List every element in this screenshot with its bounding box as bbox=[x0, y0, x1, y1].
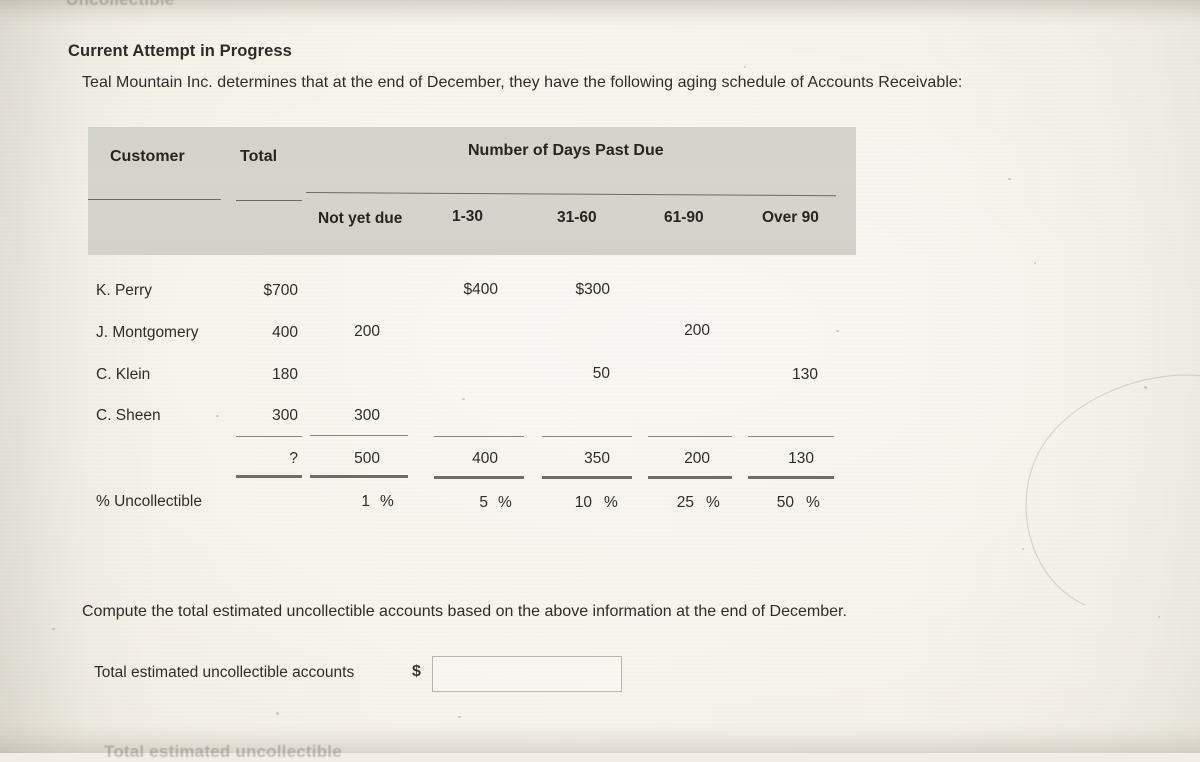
total-double-rule-total bbox=[236, 475, 302, 478]
column-header-days-past-due: Number of Days Past Due bbox=[468, 142, 664, 159]
pct-sign-over-90: % bbox=[806, 494, 820, 511]
total-double-rule-61-90 bbox=[648, 476, 732, 479]
subtotal-rule-1-30 bbox=[434, 436, 524, 437]
totals-cell-1-30: 400 bbox=[472, 450, 498, 467]
question-intro-text: Teal Mountain Inc. determines that at th… bbox=[82, 74, 963, 91]
totals-cell-not-yet-due: 500 bbox=[354, 450, 380, 467]
subtotal-rule-61-90 bbox=[648, 436, 732, 437]
pct-sign-31-60: % bbox=[604, 494, 618, 511]
totals-cell-61-90: 200 bbox=[684, 450, 710, 467]
subheader-over-90: Over 90 bbox=[762, 209, 819, 226]
subtotal-rule-over-90 bbox=[748, 436, 834, 437]
table-cell-total: 300 bbox=[272, 407, 298, 424]
totals-cell-31-60: 350 bbox=[584, 450, 610, 467]
attempt-status-heading: Current Attempt in Progress bbox=[68, 42, 292, 60]
table-row-customer: K. Perry bbox=[96, 282, 152, 299]
subheader-61-90: 61-90 bbox=[664, 209, 704, 226]
table-row-customer: C. Klein bbox=[96, 366, 151, 383]
total-double-rule-1-30 bbox=[434, 476, 524, 479]
table-cell-61-90: 200 bbox=[684, 322, 710, 339]
subtotal-rule-total bbox=[236, 436, 302, 437]
total-double-rule-over-90 bbox=[748, 476, 834, 479]
table-row-customer: J. Montgomery bbox=[96, 324, 199, 341]
total-double-rule-not-yet-due bbox=[310, 475, 408, 478]
table-cell-not-yet-due: 200 bbox=[354, 323, 380, 340]
pct-value-31-60: 10 bbox=[574, 494, 592, 511]
table-cell-total: $700 bbox=[263, 282, 298, 299]
table-cell-1-30: $400 bbox=[463, 281, 498, 298]
table-cell-31-60: $300 bbox=[575, 281, 610, 298]
table-cell-not-yet-due: 300 bbox=[354, 407, 380, 424]
table-cell-31-60: 50 bbox=[592, 365, 610, 382]
total-double-rule-31-60 bbox=[542, 476, 632, 479]
pct-sign-not-yet-due: % bbox=[380, 493, 394, 510]
compute-instruction-text: Compute the total estimated uncollectibl… bbox=[82, 603, 847, 620]
pct-uncollectible-label: % Uncollectible bbox=[96, 493, 202, 510]
pct-value-1-30: 5 bbox=[479, 494, 488, 511]
pct-sign-61-90: % bbox=[706, 494, 720, 511]
table-cell-over-90: 130 bbox=[792, 366, 818, 383]
total-estimated-uncollectible-input[interactable] bbox=[432, 656, 622, 692]
totals-cell-over-90: 130 bbox=[788, 450, 814, 467]
answer-field-label: Total estimated uncollectible accounts bbox=[94, 664, 355, 681]
header-rule-customer bbox=[88, 199, 221, 200]
table-cell-total: 180 bbox=[272, 366, 298, 383]
pct-sign-1-30: % bbox=[498, 494, 512, 511]
question-content: Current Attempt in Progress Teal Mountai… bbox=[0, 0, 1200, 753]
column-header-customer: Customer bbox=[110, 148, 185, 165]
table-cell-total: 400 bbox=[272, 324, 298, 341]
subheader-31-60: 31-60 bbox=[557, 209, 597, 226]
subheader-not-yet-due: Not yet due bbox=[318, 210, 403, 227]
subtotal-rule-31-60 bbox=[542, 436, 632, 437]
totals-cell-total: ? bbox=[289, 450, 298, 467]
header-rule-total bbox=[236, 200, 302, 201]
column-header-total: Total bbox=[240, 148, 278, 165]
subheader-1-30: 1-30 bbox=[452, 208, 484, 225]
pct-value-over-90: 50 bbox=[776, 494, 794, 511]
subtotal-rule-not-yet-due bbox=[310, 435, 408, 436]
pct-value-61-90: 25 bbox=[676, 494, 694, 511]
currency-symbol: $ bbox=[412, 663, 421, 680]
pct-value-not-yet-due: 1 bbox=[361, 493, 370, 510]
table-row-customer: C. Sheen bbox=[96, 407, 161, 424]
